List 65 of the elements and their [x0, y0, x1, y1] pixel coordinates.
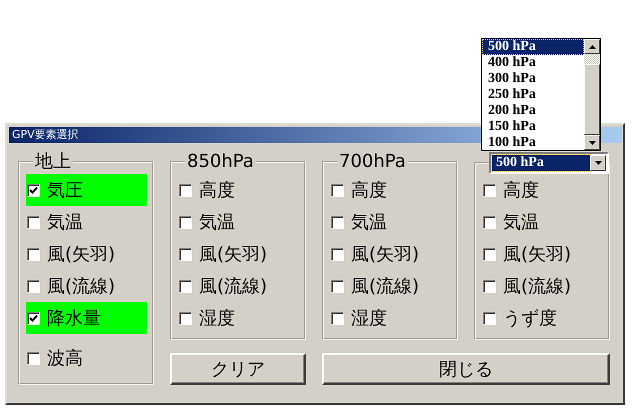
dropdown-option[interactable]: 400 hPa	[482, 55, 584, 71]
checkbox[interactable]	[483, 216, 496, 228]
checkbox[interactable]	[27, 312, 40, 324]
caret-up-icon	[588, 44, 596, 48]
checkbox-item[interactable]: 風(矢羽)	[26, 238, 147, 270]
checkbox-item[interactable]: 風(矢羽)	[178, 238, 299, 270]
close-button[interactable]: 閉じる	[322, 353, 610, 385]
checkbox[interactable]	[483, 248, 496, 260]
checkbox-item[interactable]: 高度	[178, 174, 299, 206]
checkbox[interactable]	[27, 248, 40, 260]
checkbox[interactable]	[27, 184, 40, 196]
dropdown-option[interactable]: 100 hPa	[482, 135, 584, 151]
checkbox[interactable]	[331, 248, 344, 260]
checkbox-item[interactable]: 気温	[482, 206, 603, 238]
checkbox-item[interactable]: 風(流線)	[330, 270, 451, 302]
group-label: 850hPa	[187, 151, 254, 172]
checkbox[interactable]	[27, 280, 40, 292]
checkbox[interactable]	[179, 312, 192, 324]
checkbox-item[interactable]: 湿度	[178, 302, 299, 334]
checkbox-item[interactable]: うず度	[482, 302, 603, 334]
caret-down-icon	[594, 161, 602, 165]
checkbox-item[interactable]: 風(矢羽)	[482, 238, 603, 270]
scroll-thumb[interactable]	[584, 64, 600, 135]
checkbox[interactable]	[27, 352, 40, 364]
checkbox[interactable]	[331, 216, 344, 228]
scrollbar[interactable]	[584, 39, 600, 150]
checkbox[interactable]	[483, 280, 496, 292]
checkbox[interactable]	[483, 184, 496, 196]
scroll-up-button[interactable]	[584, 39, 600, 54]
scroll-down-button[interactable]	[584, 135, 600, 150]
checkbox-item[interactable]: 風(流線)	[26, 270, 147, 302]
checkbox[interactable]	[179, 216, 192, 228]
checkbox[interactable]	[331, 184, 344, 196]
dropdown-option[interactable]: 250 hPa	[482, 87, 584, 103]
checkbox-item[interactable]: 気温	[330, 206, 451, 238]
checkbox[interactable]	[179, 248, 192, 260]
checkbox[interactable]	[179, 184, 192, 196]
checkbox-item[interactable]: 高度	[482, 174, 603, 206]
group-label: 700hPa	[339, 151, 406, 172]
checkbox-item[interactable]: 風(矢羽)	[330, 238, 451, 270]
group-label: 地上	[35, 151, 71, 172]
checkbox-item[interactable]: 波高	[26, 342, 147, 374]
caret-down-icon	[588, 140, 596, 144]
checkbox[interactable]	[179, 280, 192, 292]
checkbox[interactable]	[331, 312, 344, 324]
checkbox-item[interactable]: 気温	[26, 206, 147, 238]
checkbox-item[interactable]: 湿度	[330, 302, 451, 334]
dropdown-option[interactable]: 150 hPa	[482, 119, 584, 135]
window-title: GPV要素選択	[12, 128, 79, 141]
clear-button[interactable]: クリア	[170, 353, 306, 385]
checkbox-item[interactable]: 風(流線)	[178, 270, 299, 302]
checkbox-item[interactable]: 気圧	[26, 174, 147, 206]
checkbox[interactable]	[27, 216, 40, 228]
scroll-track[interactable]	[584, 54, 600, 64]
checkbox[interactable]	[483, 312, 496, 324]
dropdown-arrow-button[interactable]	[590, 155, 606, 171]
dropdown-option[interactable]: 200 hPa	[482, 103, 584, 119]
checkbox-item[interactable]: 風(流線)	[482, 270, 603, 302]
checkbox[interactable]	[331, 280, 344, 292]
level-dropdown[interactable]: 500 hPa	[489, 152, 609, 174]
checkbox-item[interactable]: 高度	[330, 174, 451, 206]
dropdown-option[interactable]: 500 hPa	[482, 39, 584, 55]
dropdown-option[interactable]: 300 hPa	[482, 71, 584, 87]
checkbox-item[interactable]: 降水量	[26, 302, 147, 334]
checkbox-item[interactable]: 気温	[178, 206, 299, 238]
